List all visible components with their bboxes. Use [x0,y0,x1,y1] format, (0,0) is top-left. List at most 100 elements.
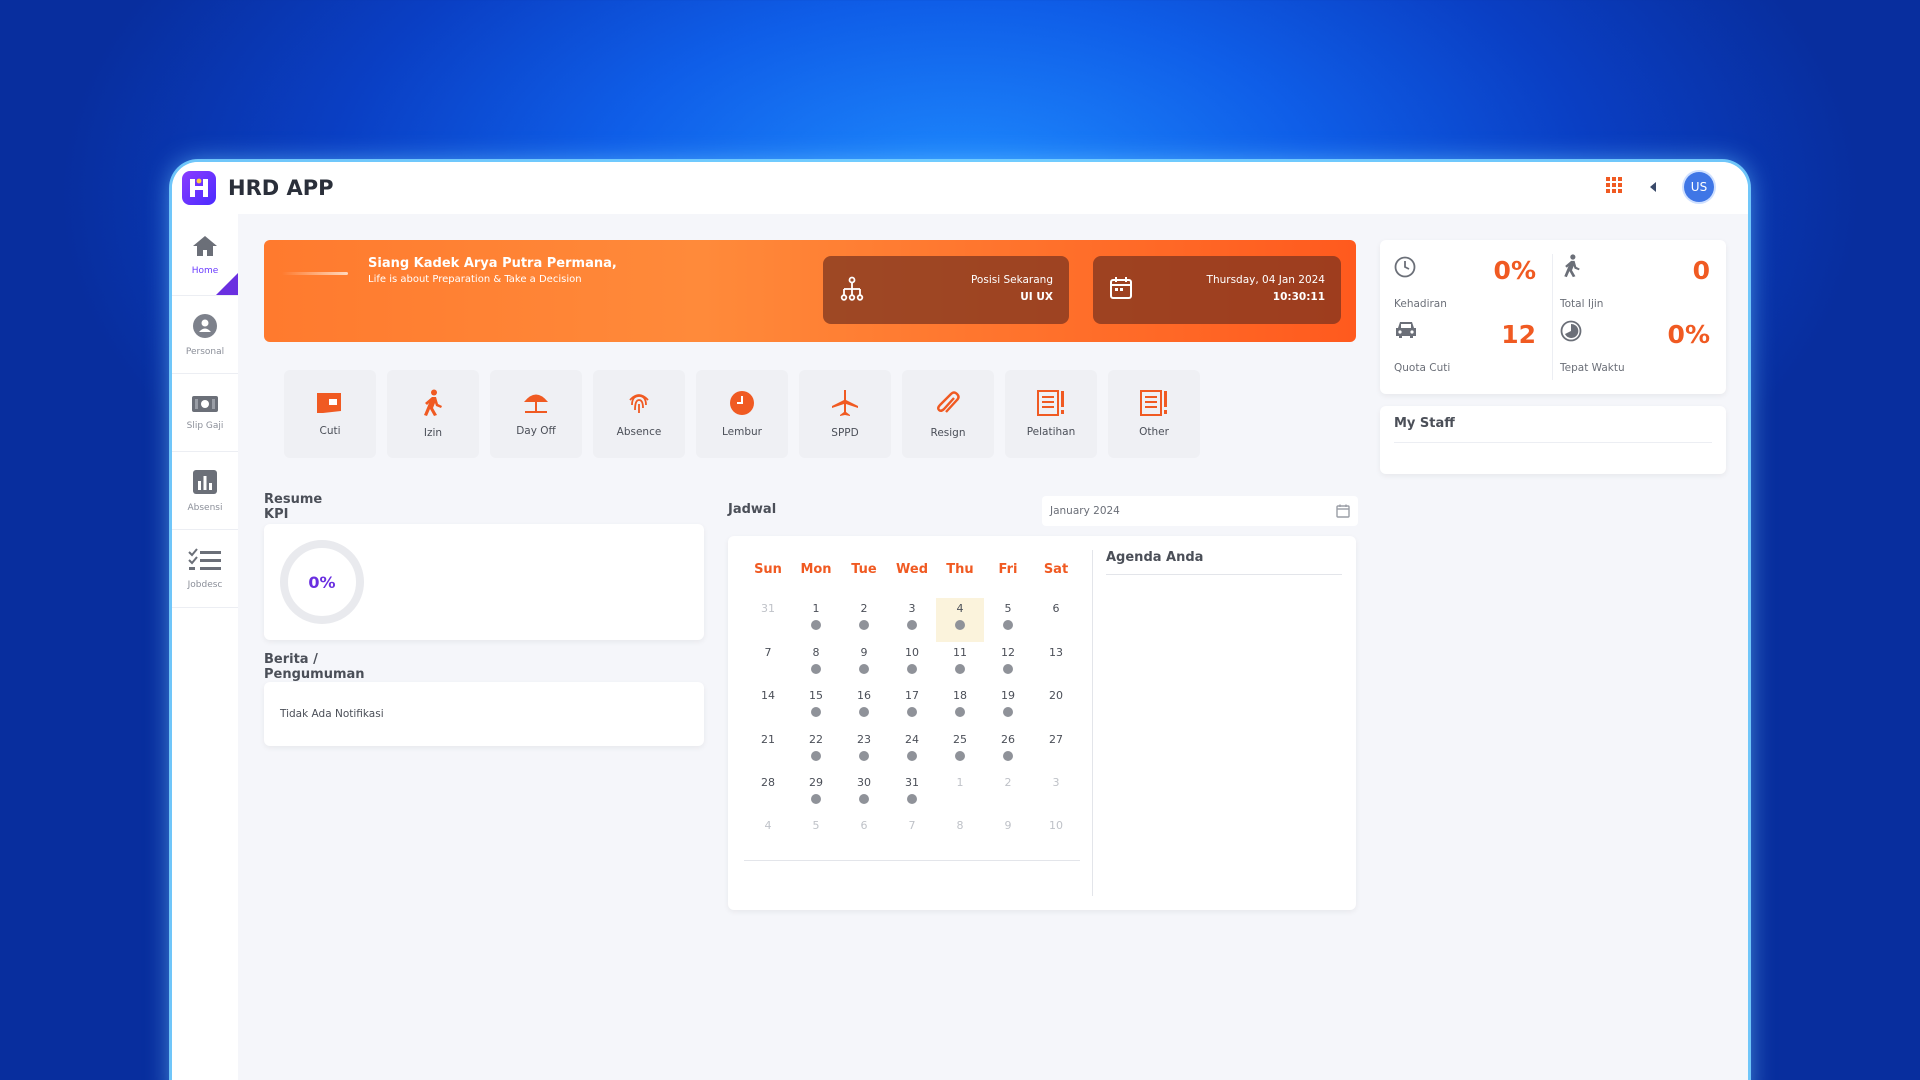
quick-action-other[interactable]: Other [1108,370,1200,458]
calendar-day[interactable]: 16 [840,689,888,702]
weekday-header: Fri [998,562,1018,577]
calendar-day[interactable]: 9 [840,646,888,659]
walking-icon [422,389,444,421]
calendar-icon[interactable] [1336,504,1350,521]
calendar-day[interactable]: 25 [936,733,984,746]
paperclip-icon [935,389,961,421]
calendar-day[interactable]: 2 [840,602,888,615]
calendar-day[interactable]: 9 [984,819,1032,832]
quick-action-pelatihan[interactable]: Pelatihan [1005,370,1097,458]
calendar-day[interactable]: 7 [744,646,792,659]
calendar-day[interactable]: 10 [888,646,936,659]
calendar-day[interactable]: 10 [1032,819,1080,832]
calendar-day[interactable]: 12 [984,646,1032,659]
calendar-card: Sun Mon Tue Wed Thu Fri Sat 31 1 2 3 4 5 6 7 8 9 1… [728,536,1356,910]
sidebar-item-absensi[interactable]: Absensi [172,452,238,530]
apps-grid-icon[interactable] [1606,177,1622,197]
month-picker-value: January 2024 [1050,505,1120,517]
position-label: Posisi Sekarang [970,274,1053,286]
collapse-caret-icon[interactable] [1648,178,1658,197]
attendance-check-icon [1003,751,1013,761]
quick-action-cuti[interactable]: Cuti [284,370,376,458]
user-avatar[interactable]: US [1684,172,1714,202]
total-ijin-label: Total Ijin [1560,298,1604,310]
calendar-day[interactable]: 28 [744,776,792,789]
quick-action-label: Lembur [722,426,762,438]
calendar-day[interactable]: 11 [936,646,984,659]
news-section-title: Berita / Pengumuman [264,652,365,682]
calendar-day[interactable]: 31 [888,776,936,789]
calendar-day[interactable]: 3 [1032,776,1080,789]
sidebar-item-label: Home [191,265,219,276]
quick-action-izin[interactable]: Izin [387,370,479,458]
sidebar-item-personal[interactable]: Personal [172,296,238,374]
calendar-divider [744,860,1080,861]
position-value: UI UX [1020,291,1053,303]
calendar-day[interactable]: 1 [936,776,984,789]
attendance-check-icon [811,664,821,674]
calendar-day[interactable]: 19 [984,689,1032,702]
calendar-day[interactable]: 29 [792,776,840,789]
calendar-day[interactable]: 2 [984,776,1032,789]
calendar-day[interactable]: 14 [744,689,792,702]
attendance-check-icon [1003,664,1013,674]
current-date: Thursday, 04 Jan 2024 [1206,274,1325,286]
sidebar-item-slip-gaji[interactable]: Slip Gaji [172,374,238,452]
sidebar-item-jobdesc[interactable]: Jobdesc [172,530,238,608]
attendance-check-icon [907,707,917,717]
calendar-day[interactable]: 4 [744,819,792,832]
quick-action-sppd[interactable]: SPPD [799,370,891,458]
calendar-day[interactable]: 22 [792,733,840,746]
app-logo[interactable] [182,171,216,205]
calendar-day[interactable]: 24 [888,733,936,746]
news-empty-text: Tidak Ada Notifikasi [280,708,384,720]
quick-action-lembur[interactable]: Lembur [696,370,788,458]
calendar-day[interactable]: 23 [840,733,888,746]
kpi-card: 0% [264,524,704,640]
sidebar-item-label: Absensi [187,502,223,513]
calendar-day[interactable]: 5 [984,602,1032,615]
quick-action-absence[interactable]: Absence [593,370,685,458]
calendar-icon [1109,276,1133,303]
home-icon [192,234,218,262]
calendar-day[interactable]: 15 [792,689,840,702]
app-window: HRD APP US Home Personal Slip Gaji Absen… [172,162,1748,1080]
attendance-check-icon [859,707,869,717]
calendar-day[interactable]: 30 [840,776,888,789]
calendar-day[interactable]: 27 [1032,733,1080,746]
calendar-day[interactable]: 4 [936,602,984,615]
airplane-icon [831,389,859,421]
calendar-day[interactable]: 8 [936,819,984,832]
calendar-day[interactable]: 13 [1032,646,1080,659]
sidebar-item-home[interactable]: Home [172,214,238,296]
calendar-day[interactable]: 7 [888,819,936,832]
stats-card: 0% Kehadiran 0 Total Ijin 12 Quota Cuti … [1380,240,1726,394]
calendar-day[interactable]: 1 [792,602,840,615]
attendance-check-icon [907,664,917,674]
attendance-check-icon [1003,707,1013,717]
calendar-day[interactable]: 6 [1032,602,1080,615]
calendar-day[interactable]: 18 [936,689,984,702]
agenda-separator [1092,550,1093,896]
month-picker-input[interactable]: January 2024 [1042,496,1358,526]
calendar-day[interactable]: 6 [840,819,888,832]
top-bar: HRD APP US [172,162,1748,214]
calendar-day[interactable]: 26 [984,733,1032,746]
calendar-day[interactable]: 5 [792,819,840,832]
my-staff-card: My Staff [1380,406,1726,474]
calendar-day[interactable]: 31 [744,602,792,615]
my-staff-title: My Staff [1394,416,1455,431]
bar-chart-icon [192,469,218,499]
quick-action-day-off[interactable]: Day Off [490,370,582,458]
beach-umbrella-icon [521,391,551,419]
clock-icon [1394,256,1416,282]
attendance-check-icon [955,751,965,761]
calendar-day[interactable]: 8 [792,646,840,659]
calendar-day[interactable]: 17 [888,689,936,702]
calendar-day[interactable]: 3 [888,602,936,615]
quota-cuti-value: 12 [1501,320,1536,349]
calendar-day[interactable]: 20 [1032,689,1080,702]
quick-action-resign[interactable]: Resign [902,370,994,458]
calendar-day[interactable]: 21 [744,733,792,746]
attendance-check-icon [859,794,869,804]
